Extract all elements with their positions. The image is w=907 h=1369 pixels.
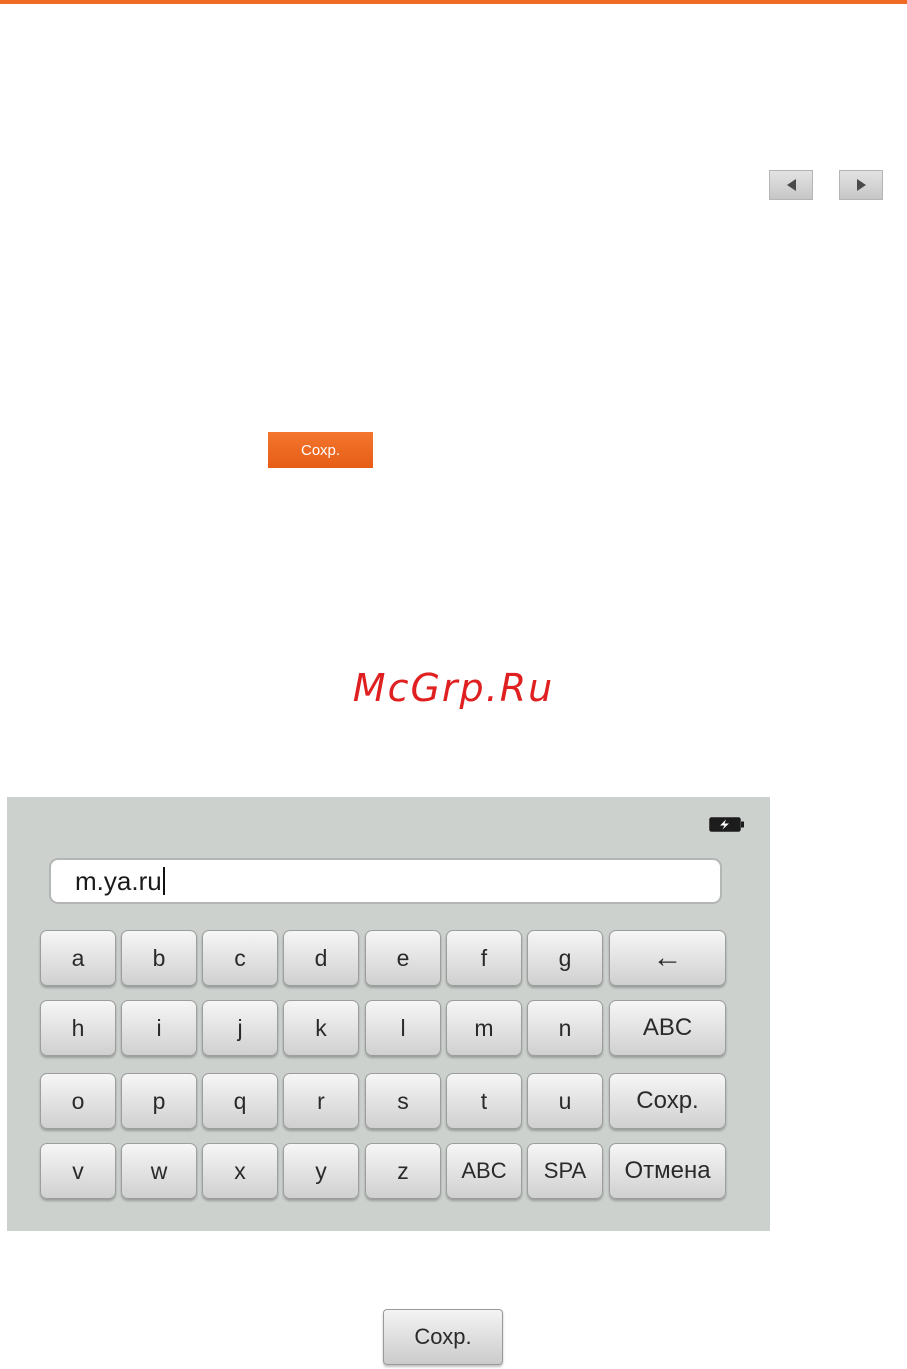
save-button-orange[interactable]: Сохр.: [268, 432, 373, 468]
triangle-left-icon: [786, 179, 796, 191]
key-k[interactable]: k: [283, 1000, 359, 1056]
url-input[interactable]: m.ya.ru: [49, 858, 722, 904]
prev-button[interactable]: [769, 170, 813, 200]
key-spa[interactable]: SPA: [527, 1143, 603, 1199]
key-d[interactable]: d: [283, 930, 359, 986]
key-w[interactable]: w: [121, 1143, 197, 1199]
key-p[interactable]: p: [121, 1073, 197, 1129]
key-y[interactable]: y: [283, 1143, 359, 1199]
key-cancel[interactable]: Отмена: [609, 1143, 726, 1199]
key-f[interactable]: f: [446, 930, 522, 986]
key-t[interactable]: t: [446, 1073, 522, 1129]
key-v[interactable]: v: [40, 1143, 116, 1199]
key-l[interactable]: l: [365, 1000, 441, 1056]
key-r[interactable]: r: [283, 1073, 359, 1129]
key-e[interactable]: e: [365, 930, 441, 986]
key-i[interactable]: i: [121, 1000, 197, 1056]
key-save[interactable]: Сохр.: [609, 1073, 726, 1129]
key-q[interactable]: q: [202, 1073, 278, 1129]
key-c[interactable]: c: [202, 930, 278, 986]
text-caret: [162, 867, 165, 895]
key-abc[interactable]: ABC: [446, 1143, 522, 1199]
key-u[interactable]: u: [527, 1073, 603, 1129]
key-x[interactable]: x: [202, 1143, 278, 1199]
key-n[interactable]: n: [527, 1000, 603, 1056]
key-backspace[interactable]: ←: [609, 930, 726, 986]
key-a[interactable]: a: [40, 930, 116, 986]
watermark-text: McGrp.Ru: [352, 666, 555, 710]
key-abc-mode[interactable]: ABC: [609, 1000, 726, 1056]
key-g[interactable]: g: [527, 930, 603, 986]
url-input-value: m.ya.ru: [75, 866, 162, 896]
key-z[interactable]: z: [365, 1143, 441, 1199]
key-j[interactable]: j: [202, 1000, 278, 1056]
key-b[interactable]: b: [121, 930, 197, 986]
key-h[interactable]: h: [40, 1000, 116, 1056]
save-button-gray[interactable]: Сохр.: [383, 1309, 503, 1365]
key-m[interactable]: m: [446, 1000, 522, 1056]
battery-charging-icon: [709, 817, 744, 832]
key-s[interactable]: s: [365, 1073, 441, 1129]
next-button[interactable]: [839, 170, 883, 200]
top-orange-rule: [0, 0, 907, 4]
key-o[interactable]: o: [40, 1073, 116, 1129]
triangle-right-icon: [856, 179, 866, 191]
device-screen: m.ya.ru a b c d e f g ← h i j k l m n ABC o p q r s t u Сохр. v w…: [7, 797, 770, 1231]
